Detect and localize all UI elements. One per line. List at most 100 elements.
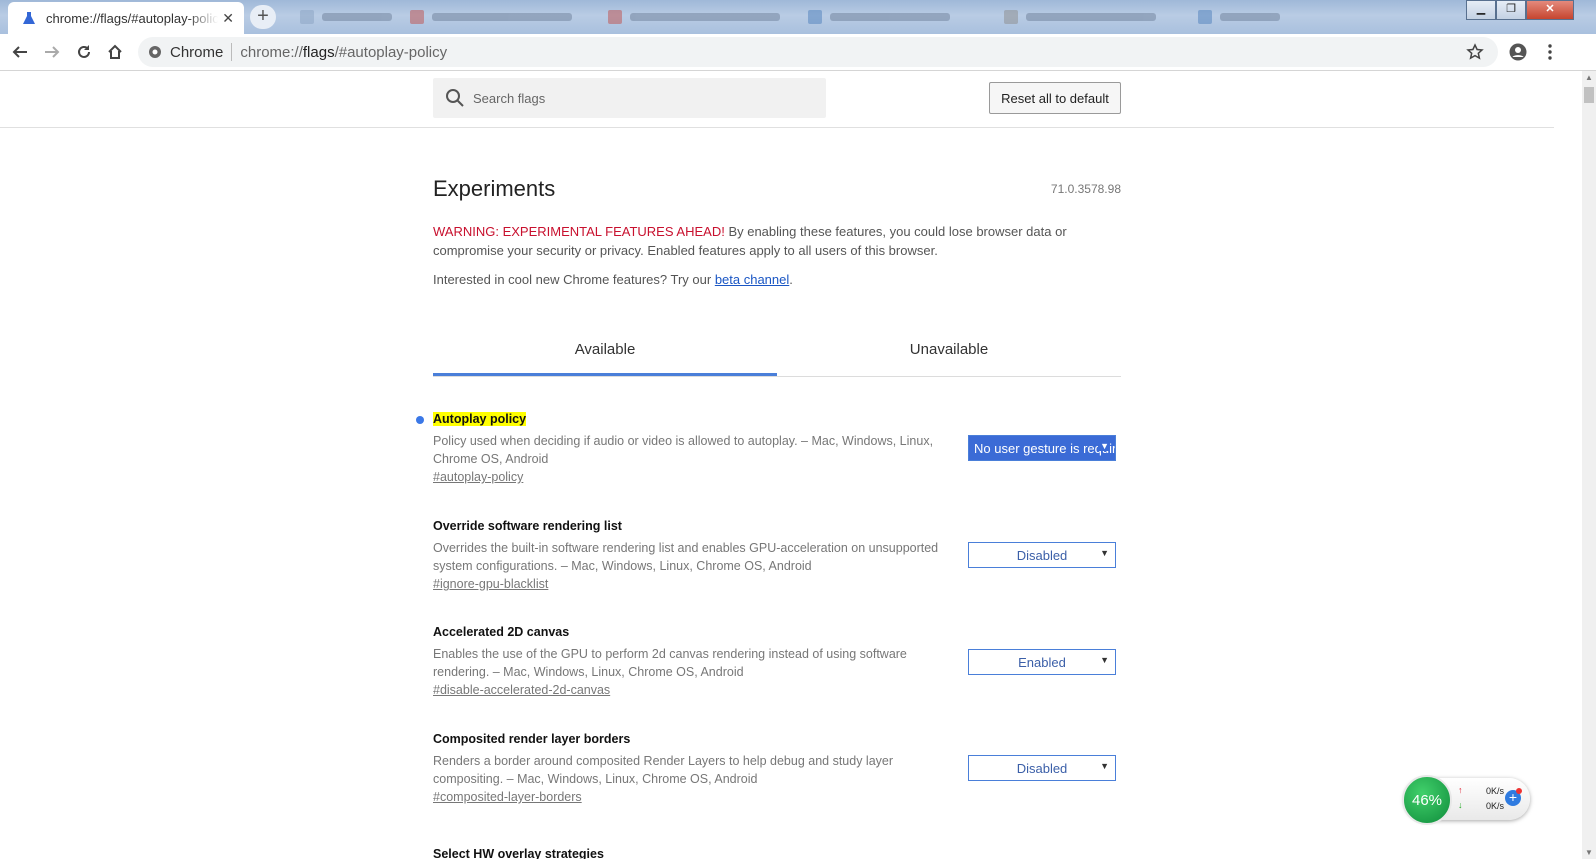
select-value: Disabled bbox=[1016, 760, 1068, 776]
profile-button[interactable] bbox=[1507, 41, 1529, 63]
warning-heading: WARNING: EXPERIMENTAL FEATURES AHEAD! bbox=[433, 224, 725, 239]
background-tab[interactable] bbox=[1198, 8, 1280, 26]
experiment-name: Composited render layer borders bbox=[433, 732, 631, 746]
scrollbar[interactable]: ▲ ▼ bbox=[1582, 71, 1596, 859]
download-arrow-icon: ↓ bbox=[1458, 800, 1463, 810]
tab-favicon bbox=[608, 10, 622, 24]
search-icon bbox=[446, 89, 464, 107]
dropdown-caret-icon: ▼ bbox=[1098, 441, 1109, 451]
omnibox-chip: Chrome bbox=[170, 43, 224, 61]
kebab-menu-icon bbox=[1548, 44, 1552, 60]
beta-promo-end: . bbox=[789, 272, 793, 287]
tab-title-placeholder bbox=[830, 13, 950, 21]
tab-unavailable[interactable]: Unavailable bbox=[777, 336, 1121, 376]
tab-favicon bbox=[1198, 10, 1212, 24]
window-close-button[interactable]: ✕ bbox=[1526, 0, 1574, 20]
back-button[interactable] bbox=[9, 41, 31, 63]
notification-dot bbox=[1516, 788, 1522, 794]
experiment-select[interactable]: Disabled ▼ bbox=[968, 542, 1116, 568]
select-value: Disabled bbox=[1016, 547, 1068, 563]
url-host: flags bbox=[302, 43, 335, 61]
experiment-permalink[interactable]: #autoplay-policy bbox=[433, 470, 523, 484]
reload-button[interactable] bbox=[73, 41, 95, 63]
experiment-row: Composited render layer borders Renders … bbox=[433, 732, 1121, 812]
upload-arrow-icon: ↑ bbox=[1458, 785, 1463, 795]
experiment-description: Overrides the built-in software renderin… bbox=[433, 541, 939, 573]
select-value: No user gesture is required bbox=[974, 440, 1116, 456]
select-value: Enabled bbox=[1018, 654, 1066, 670]
experiment-row: Accelerated 2D canvas Enables the use of… bbox=[433, 625, 1121, 705]
maximize-button[interactable]: ❐ bbox=[1496, 0, 1526, 20]
page-title: Experiments bbox=[433, 176, 556, 201]
background-tab[interactable] bbox=[608, 8, 780, 26]
menu-button[interactable] bbox=[1539, 41, 1561, 63]
flags-tabs: Available Unavailable bbox=[433, 336, 1121, 377]
tab-favicon bbox=[808, 10, 822, 24]
experiment-description: Enables the use of the GPU to perform 2d… bbox=[433, 647, 907, 679]
experiment-name: Select HW overlay strategies bbox=[433, 847, 604, 859]
search-box[interactable] bbox=[433, 78, 826, 118]
tab-available[interactable]: Available bbox=[433, 336, 777, 376]
tab-favicon bbox=[300, 10, 314, 24]
scroll-down-arrow-icon[interactable]: ▼ bbox=[1585, 848, 1593, 857]
beta-channel-link[interactable]: beta channel bbox=[715, 272, 789, 287]
home-button[interactable] bbox=[104, 41, 126, 63]
reset-all-button[interactable]: Reset all to default bbox=[989, 82, 1121, 114]
dropdown-caret-icon: ▼ bbox=[1100, 655, 1109, 665]
version-label: 71.0.3578.98 bbox=[1050, 182, 1121, 196]
url-text[interactable]: chrome://flags/#autoplay-policy bbox=[240, 44, 447, 61]
back-arrow-icon bbox=[12, 46, 27, 58]
experiment-description: Renders a border around composited Rende… bbox=[433, 754, 894, 786]
forward-arrow-icon bbox=[45, 46, 60, 58]
new-tab-button[interactable]: + bbox=[250, 5, 276, 29]
tab-title-placeholder bbox=[1026, 13, 1156, 21]
background-tab[interactable] bbox=[300, 8, 392, 26]
scroll-up-arrow-icon[interactable]: ▲ bbox=[1585, 73, 1593, 82]
omnibox-separator bbox=[231, 43, 233, 61]
tab-title-placeholder bbox=[630, 13, 780, 21]
minimize-button[interactable]: ▁ bbox=[1466, 0, 1496, 20]
background-tab[interactable] bbox=[808, 8, 950, 26]
experiment-select[interactable]: Enabled ▼ bbox=[968, 649, 1116, 675]
reload-icon bbox=[78, 45, 90, 58]
modified-indicator bbox=[416, 416, 424, 424]
memory-percent-gauge[interactable]: 46% bbox=[1402, 775, 1452, 825]
beta-promo-text: Interested in cool new Chrome features? … bbox=[433, 272, 715, 287]
address-bar[interactable]: Chrome chrome://flags/#autoplay-policy bbox=[138, 37, 1498, 67]
account-icon bbox=[1509, 43, 1527, 61]
experiment-select[interactable]: Disabled ▼ bbox=[968, 755, 1116, 781]
experiment-permalink[interactable]: #composited-layer-borders bbox=[433, 790, 582, 804]
forward-button[interactable] bbox=[41, 41, 63, 63]
close-tab-icon[interactable]: ✕ bbox=[222, 10, 234, 27]
dropdown-caret-icon: ▼ bbox=[1100, 761, 1109, 771]
bookmark-star-icon[interactable] bbox=[1466, 43, 1484, 61]
flask-icon bbox=[20, 9, 38, 27]
experiment-permalink[interactable]: #disable-accelerated-2d-canvas bbox=[433, 683, 610, 697]
home-icon bbox=[108, 44, 122, 59]
url-path: /#autoplay-policy bbox=[334, 43, 448, 61]
tab-title-placeholder bbox=[1220, 13, 1280, 21]
tab-strip: chrome://flags/#autoplay-policy ✕ + ▁ ❐ … bbox=[0, 0, 1596, 34]
experiment-select[interactable]: No user gesture is required ▼ bbox=[968, 435, 1116, 461]
tab-title: chrome://flags/#autoplay-policy bbox=[46, 10, 218, 26]
tab-favicon bbox=[410, 10, 424, 24]
experiment-permalink[interactable]: #ignore-gpu-blacklist bbox=[433, 577, 548, 591]
chrome-secure-icon bbox=[149, 46, 161, 58]
upload-speed: 0K/s bbox=[1486, 786, 1505, 796]
tab-flags[interactable]: chrome://flags/#autoplay-policy ✕ bbox=[8, 2, 244, 34]
scroll-thumb[interactable] bbox=[1584, 87, 1594, 103]
experiment-name: Accelerated 2D canvas bbox=[433, 625, 570, 639]
url-scheme: chrome:// bbox=[240, 43, 303, 61]
network-monitor-widget[interactable]: 46% ↑ ↓ 0K/s 0K/s + bbox=[1402, 775, 1530, 825]
experiment-row: Select HW overlay strategies bbox=[433, 838, 1121, 859]
warning-message: WARNING: EXPERIMENTAL FEATURES AHEAD! By… bbox=[433, 222, 1113, 260]
flags-header: Reset all to default bbox=[0, 71, 1554, 128]
experiment-name: Override software rendering list bbox=[433, 519, 622, 533]
download-speed: 0K/s bbox=[1486, 801, 1505, 811]
search-input[interactable] bbox=[471, 89, 805, 107]
experiment-row: Autoplay policy Policy used when decidin… bbox=[416, 412, 1121, 492]
experiment-description: Policy used when deciding if audio or vi… bbox=[433, 434, 934, 466]
background-tab[interactable] bbox=[1004, 8, 1156, 26]
experiment-name: Autoplay policy bbox=[433, 412, 527, 426]
background-tab[interactable] bbox=[410, 8, 572, 26]
